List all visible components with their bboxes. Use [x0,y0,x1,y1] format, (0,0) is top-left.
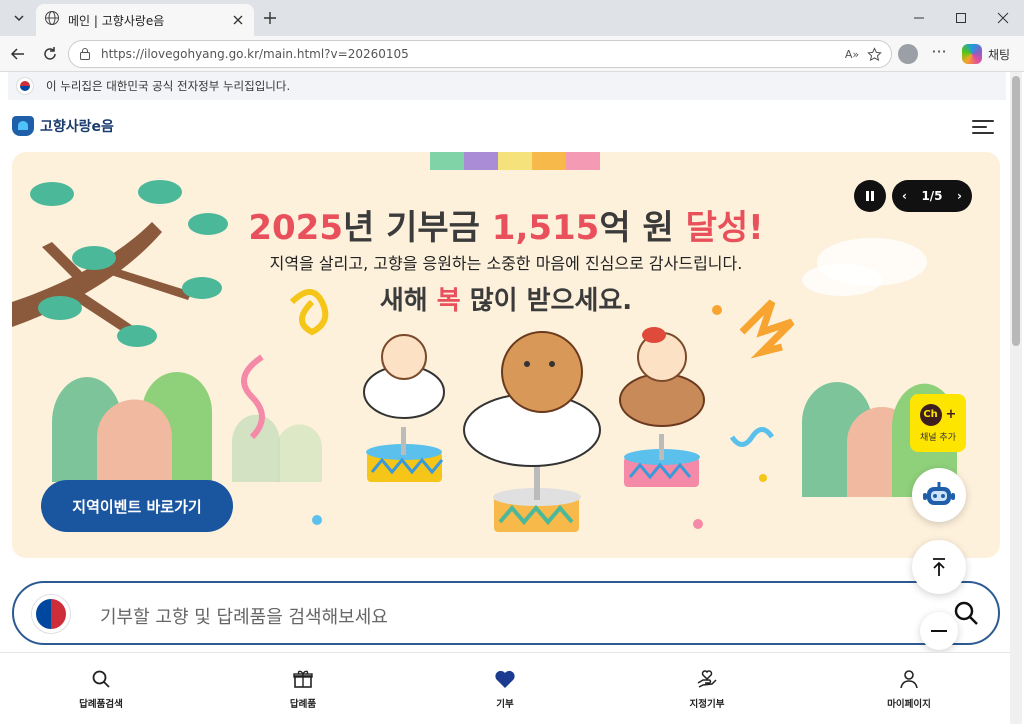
slide-counter: 1/5 [921,189,943,203]
minus-icon [931,630,947,632]
tab-actions-chevron-icon[interactable] [8,8,30,28]
read-aloud-icon[interactable]: A» [841,43,863,65]
minimize-icon[interactable] [904,8,934,28]
collapse-button[interactable] [920,612,958,650]
address-bar-row: https://ilovegohyang.go.kr/main.html?v=2… [0,36,1024,72]
maximize-icon[interactable] [946,8,976,28]
kakao-channel-button[interactable]: Ch + 채널 추가 [910,394,966,452]
newyear-bok: 복 [436,286,461,316]
more-menu-icon[interactable]: ··· [928,44,950,64]
kakao-ch-icon: Ch [919,403,942,426]
globe-icon [44,10,60,30]
copilot-icon [962,44,982,64]
headline-text-1: 년 기부금 [342,208,492,248]
user-icon [898,668,920,690]
plus-icon: + [945,407,957,422]
nav-label: 지정기부 [689,698,725,710]
banner-stripe [430,152,464,170]
profile-avatar-icon[interactable] [898,44,918,64]
banner-headline: 2025년 기부금 1,515억 원 달성! [12,200,1000,249]
newyear-text-2: 많이 받으세요. [460,286,633,316]
hand-heart-icon [696,668,718,690]
bottom-navigation: 답례품검색 답례품 기부 지정기부 마이페이지 [0,652,1010,724]
nav-label: 기부 [496,698,514,710]
close-window-icon[interactable] [988,8,1018,28]
headline-achieved: 달성! [685,208,764,248]
nav-label: 답례품검색 [79,698,123,710]
banner-stripe [566,152,600,170]
logo-heart-icon [12,116,34,136]
banner-subline: 지역을 살리고, 고향을 응원하는 소중한 마음에 진심으로 감사드립니다. [269,254,743,273]
newyear-text-1: 새해 [379,286,437,316]
heart-icon [494,668,516,690]
url-field[interactable]: https://ilovegohyang.go.kr/main.html?v=2… [68,40,892,68]
kakao-ch-label: Ch + [919,403,957,426]
nav-item-donate[interactable]: 기부 [404,653,606,724]
browser-tab-active[interactable]: 메인 | 고향사랑e음 [36,4,254,36]
close-tab-icon[interactable] [230,12,246,28]
nav-item-gift[interactable]: 답례품 [202,653,404,724]
scrollbar-thumb[interactable] [1012,76,1020,346]
favorite-star-icon[interactable] [863,43,885,65]
regional-event-button[interactable]: 지역이벤트 바로가기 [41,480,233,532]
page-scrollbar[interactable] [1010,72,1022,724]
lock-icon [79,45,91,64]
chatbot-button[interactable] [912,468,966,522]
taegeuk-logo-icon [32,595,70,633]
logo-text: 고향사랑e음 [40,119,114,135]
pause-icon [866,191,874,201]
gift-icon [292,668,314,690]
browser-tab-bar: 메인 | 고향사랑e음 [0,0,1024,36]
headline-text-2: 억 원 [599,208,686,248]
hamburger-menu-icon[interactable] [972,116,994,136]
gov-notice-bar: 이 누리집은 대한민국 공식 전자정부 누리집입니다. [8,72,1006,100]
back-arrow-icon[interactable] [8,44,28,64]
main-banner[interactable]: 2025년 기부금 1,515억 원 달성! 지역을 살리고, 고향을 응원하는… [12,152,1000,558]
next-slide-icon[interactable]: › [957,189,962,203]
search-bar[interactable]: 기부할 고향 및 답례품을 검색해보세요 [12,581,1000,645]
site-header: 고향사랑e음 [0,100,1010,152]
robot-icon [923,482,955,505]
search-input[interactable]: 기부할 고향 및 답례품을 검색해보세요 [100,603,388,629]
headline-amount: 1,515 [491,208,600,248]
refresh-icon[interactable] [40,44,60,64]
nav-item-mypage[interactable]: 마이페이지 [808,653,1010,724]
tab-title: 메인 | 고향사랑e음 [68,13,165,28]
nav-label: 답례품 [289,698,317,710]
kakao-channel-label: 채널 추가 [920,432,956,443]
banner-color-stripes [430,152,600,170]
nav-item-gift-search[interactable]: 답례품검색 [0,653,202,724]
banner-stripe [464,152,498,170]
pause-button[interactable] [854,180,886,212]
new-tab-button[interactable] [258,8,282,28]
arrow-up-icon [933,558,945,576]
banner-stripe [498,152,532,170]
site-logo[interactable]: 고향사랑e음 [12,116,114,136]
headline-year: 2025 [248,208,343,248]
gov-notice-text: 이 누리집은 대한민국 공식 전자정부 누리집입니다. [46,79,291,93]
korea-flag-icon [16,77,34,95]
nav-item-designated-donation[interactable]: 지정기부 [606,653,808,724]
scroll-top-button[interactable] [912,540,966,594]
chat-label: 채팅 [988,47,1011,62]
prev-slide-icon[interactable]: ‹ [902,189,907,203]
slide-pager: ‹ 1/5 › [892,180,972,212]
banner-stripe [532,152,566,170]
search-icon [90,668,112,690]
url-text: https://ilovegohyang.go.kr/main.html?v=2… [101,47,409,61]
banner-newyear: 새해 복 많이 받으세요. [12,280,1000,317]
chat-button[interactable]: 채팅 [962,42,1010,66]
nav-label: 마이페이지 [887,698,931,710]
